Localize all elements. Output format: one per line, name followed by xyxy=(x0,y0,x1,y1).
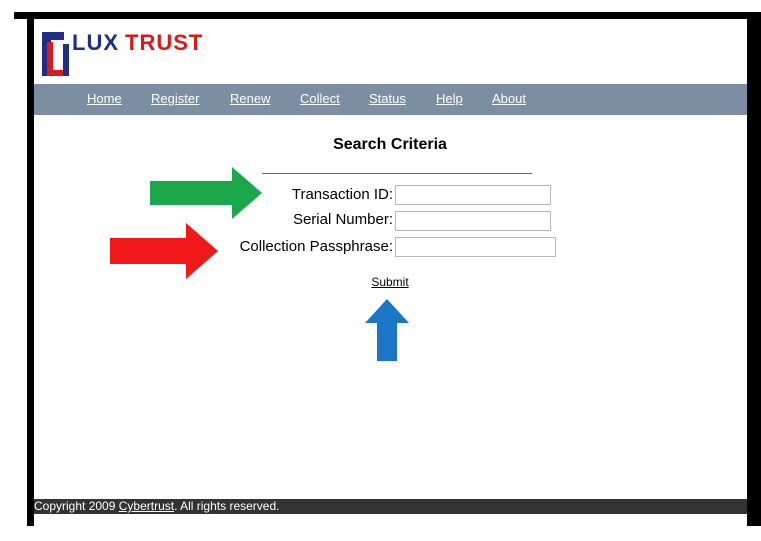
window-frame-top xyxy=(14,12,761,19)
luxtrust-logo: LUX TRUST xyxy=(42,30,203,76)
blue-up-arrow-icon xyxy=(365,299,409,361)
green-right-arrow-icon xyxy=(150,167,262,219)
window-frame-left xyxy=(27,12,34,526)
nav-status-link[interactable]: Status xyxy=(369,91,406,106)
nav-renew-link[interactable]: Renew xyxy=(230,91,270,106)
page-title: Search Criteria xyxy=(333,136,447,153)
window-frame-right xyxy=(747,12,761,526)
main-navbar: Home Register Renew Collect Status Help … xyxy=(34,84,747,115)
serial-number-input[interactable] xyxy=(395,211,551,231)
collection-passphrase-input[interactable] xyxy=(395,237,556,257)
footer-copyright-suffix: . All rights reserved. xyxy=(174,499,280,513)
collection-passphrase-label: Collection Passphrase: xyxy=(239,238,393,255)
transaction-id-label: Transaction ID: xyxy=(291,186,393,203)
nav-home-link[interactable]: Home xyxy=(87,91,122,106)
red-right-arrow-icon xyxy=(110,223,218,279)
submit-link[interactable]: Submit xyxy=(350,275,430,289)
footer-copyright-prefix: Copyright 2009 xyxy=(34,499,119,513)
page-footer: Copyright 2009 Cybertrust. All rights re… xyxy=(34,499,747,514)
nav-register-link[interactable]: Register xyxy=(151,91,199,106)
nav-about-link[interactable]: About xyxy=(492,91,526,106)
footer-cybertrust-link[interactable]: Cybertrust xyxy=(119,499,174,513)
nav-collect-link[interactable]: Collect xyxy=(300,91,340,106)
svg-text:TRUST: TRUST xyxy=(125,30,203,55)
serial-number-label: Serial Number: xyxy=(292,211,393,228)
svg-text:LUX: LUX xyxy=(72,30,119,55)
title-divider xyxy=(262,173,532,174)
nav-help-link[interactable]: Help xyxy=(436,91,463,106)
transaction-id-input[interactable] xyxy=(395,185,551,205)
